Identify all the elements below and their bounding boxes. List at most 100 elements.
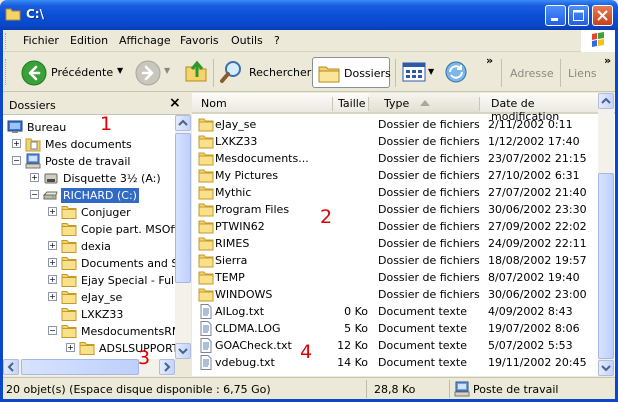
folder-pane-close-icon[interactable]: × — [169, 95, 181, 111]
file-date: 8/07/2002 19:40 — [488, 271, 580, 284]
column-header-date[interactable]: Date de modification — [480, 93, 598, 123]
tree-scroll-up-button[interactable] — [175, 115, 191, 131]
file-row[interactable]: My Pictures Dossier de fichiers 27/10/2002… — [192, 167, 598, 184]
folder-tree[interactable]: Bureau + Mes documents − Poste de travail + Di… — [3, 115, 175, 359]
mydocs-icon — [25, 136, 41, 152]
back-button[interactable]: Précédente ▼ — [21, 59, 131, 87]
file-row[interactable]: GOACheck.txt 12 Ko Document texte 5/07/2002… — [192, 337, 598, 354]
up-button[interactable] — [183, 58, 211, 86]
list-scroll-thumb[interactable] — [598, 173, 614, 359]
expand-plus-icon[interactable]: + — [48, 241, 57, 250]
tree-item-mes-documents[interactable]: + Mes documents — [3, 136, 175, 153]
links-more-chevron[interactable]: » — [604, 54, 611, 67]
expand-plus-icon[interactable]: + — [66, 343, 75, 352]
file-row[interactable]: WINDOWS Dossier de fichiers 30/06/2002 23:… — [192, 286, 598, 303]
toolbar: Précédente ▼ ▼ Rechercher Dossiers ▼ » A… — [3, 53, 615, 92]
file-row[interactable]: PTWIN62 Dossier de fichiers 27/09/2002 22:… — [192, 218, 598, 235]
column-header-type[interactable]: Type — [369, 93, 480, 114]
menu-fichier[interactable]: Fichier — [23, 34, 59, 47]
expand-plus-icon[interactable]: + — [30, 173, 39, 182]
sync-button[interactable] — [443, 59, 469, 85]
file-row[interactable]: CLDMA.LOG 5 Ko Document texte 19/07/2002 8:… — [192, 320, 598, 337]
tree-item-dexia[interactable]: + dexia — [3, 238, 175, 255]
collapse-minus-icon[interactable]: − — [12, 156, 21, 165]
tree-item-copie-part-msoffi[interactable]: Copie part. MSOffi — [3, 221, 175, 238]
file-size: 0 Ko — [344, 305, 368, 318]
file-row[interactable]: TEMP Dossier de fichiers 8/07/2002 19:40 — [192, 269, 598, 286]
tree-scroll-thumb[interactable] — [175, 133, 191, 283]
menu-grip[interactable] — [5, 33, 8, 49]
back-dropdown-icon[interactable]: ▼ — [117, 66, 123, 75]
tree-item-label: eJay_se — [81, 291, 123, 304]
scroll-corner — [175, 359, 191, 376]
tree-item-conjuger[interactable]: + Conjuger — [3, 204, 175, 221]
file-row[interactable]: Sierra Dossier de fichiers 18/08/2002 19:5… — [192, 252, 598, 269]
tree-item-bureau[interactable]: Bureau — [3, 119, 175, 136]
file-type: Document texte — [378, 339, 467, 352]
column-header-name[interactable]: Nom — [192, 93, 333, 114]
minimize-button[interactable] — [545, 5, 566, 26]
list-vertical-scrollbar[interactable] — [598, 93, 614, 376]
list-scroll-up-button[interactable] — [598, 93, 614, 109]
windows-flag-icon — [592, 32, 604, 47]
file-row[interactable]: eJay_se Dossier de fichiers 2/11/2002 0:11 — [192, 116, 598, 133]
maximize-icon — [573, 10, 584, 21]
file-row[interactable]: RIMES Dossier de fichiers 24/09/2002 22:11 — [192, 235, 598, 252]
tree-item-documents-and-se[interactable]: + Documents and Se — [3, 255, 175, 272]
file-name: PTWIN62 — [215, 220, 265, 233]
file-type: Dossier de fichiers — [378, 237, 480, 250]
file-row[interactable]: Mythic Dossier de fichiers 27/07/2002 21:4… — [192, 184, 598, 201]
column-header-size[interactable]: Taille — [333, 93, 369, 114]
expand-plus-icon[interactable]: + — [48, 207, 57, 216]
expand-plus-icon[interactable]: + — [12, 139, 21, 148]
file-type: Dossier de fichiers — [378, 169, 480, 182]
file-date: 1/12/2002 17:40 — [488, 135, 580, 148]
annotation-1: 1 — [100, 113, 113, 135]
menu-favoris[interactable]: Favoris — [180, 34, 219, 47]
search-icon — [220, 61, 241, 83]
search-button[interactable]: Rechercher — [219, 58, 311, 86]
toolbar-separator — [213, 59, 214, 87]
tree-item-lxkz33[interactable]: LXKZ33 — [3, 306, 175, 323]
folders-button[interactable]: Dossiers — [312, 57, 391, 88]
maximize-button[interactable] — [568, 5, 589, 26]
tree-item-ejay-special-full[interactable]: + Ejay Special - Full — [3, 272, 175, 289]
folder-icon — [198, 253, 214, 268]
file-row[interactable]: Program Files Dossier de fichiers 30/06/20… — [192, 201, 598, 218]
forward-button[interactable]: ▼ — [135, 59, 175, 87]
tree-scroll-right-button[interactable] — [159, 359, 175, 375]
menu-help[interactable]: ? — [274, 34, 280, 47]
links-label[interactable]: Liens — [568, 67, 597, 80]
tree-scroll-left-button[interactable] — [3, 359, 19, 375]
file-name: TEMP — [215, 271, 245, 284]
tree-item-poste-de-travail[interactable]: − Poste de travail — [3, 153, 175, 170]
expand-plus-icon[interactable]: + — [48, 258, 57, 267]
close-button[interactable] — [592, 5, 613, 26]
file-row[interactable]: LXKZ33 Dossier de fichiers 1/12/2002 17:40 — [192, 133, 598, 150]
tree-item-disquette-3-a[interactable]: + Disquette 3½ (A:) — [3, 170, 175, 187]
toolbar-grip[interactable] — [5, 59, 8, 85]
menu-edition[interactable]: Edition — [70, 34, 108, 47]
address-label[interactable]: Adresse — [510, 67, 554, 80]
tree-scroll-down-button[interactable] — [175, 343, 191, 359]
tree-item-richard-c[interactable]: − RICHARD (C:) — [3, 187, 175, 204]
file-row[interactable]: Mesdocuments... Dossier de fichiers 23/07/… — [192, 150, 598, 167]
menu-outils[interactable]: Outils — [231, 34, 263, 47]
file-list-view[interactable]: Nom Taille Type Date de modification eJa… — [192, 93, 615, 376]
tree-hscroll-thumb[interactable] — [21, 359, 139, 375]
collapse-minus-icon[interactable]: − — [30, 190, 39, 199]
file-row[interactable]: vdebug.txt 14 Ko Document texte 19/11/2002 … — [192, 354, 598, 371]
menu-affichage[interactable]: Affichage — [119, 34, 171, 47]
list-scroll-down-button[interactable] — [598, 360, 614, 376]
title-bar[interactable]: C:\ — [0, 0, 618, 30]
views-button[interactable]: ▼ — [401, 60, 437, 86]
tree-vertical-scrollbar[interactable] — [175, 115, 191, 359]
file-date: 2/11/2002 0:11 — [488, 118, 573, 131]
tree-item-ejay-se[interactable]: + eJay_se — [3, 289, 175, 306]
toolbar-more-chevron[interactable]: » — [486, 54, 493, 67]
file-row[interactable]: AILog.txt 0 Ko Document texte 4/09/2002 8:4… — [192, 303, 598, 320]
collapse-minus-icon[interactable]: − — [48, 326, 57, 335]
tree-item-mesdocumentsrm[interactable]: − MesdocumentsRM — [3, 323, 175, 340]
expand-plus-icon[interactable]: + — [48, 275, 57, 284]
expand-plus-icon[interactable]: + — [48, 292, 57, 301]
